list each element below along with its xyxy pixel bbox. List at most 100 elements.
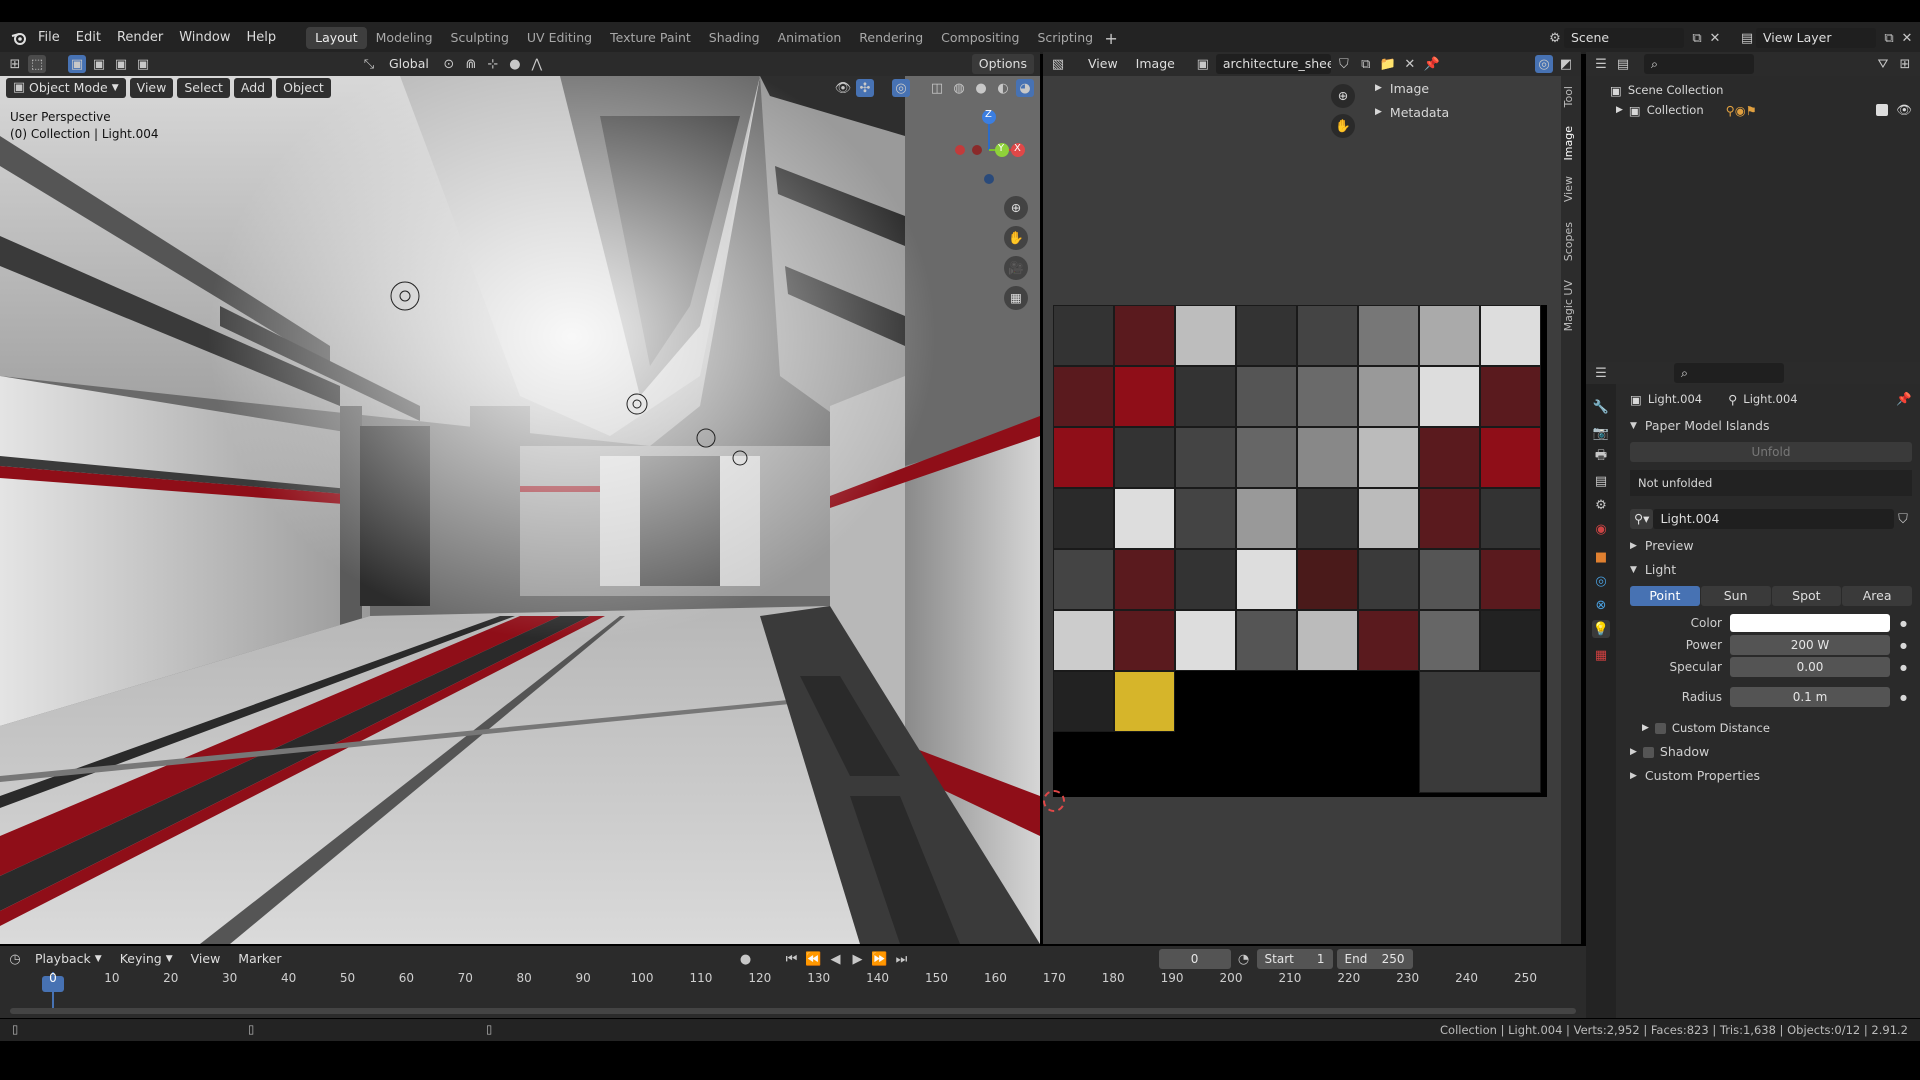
image-menu-image[interactable]: Image bbox=[1129, 54, 1182, 74]
snap-target-icon[interactable]: ⊹ bbox=[484, 55, 502, 73]
light-type-area[interactable]: Area bbox=[1842, 586, 1912, 606]
timeline-scrollbar[interactable] bbox=[10, 1008, 1576, 1014]
orientation-dropdown[interactable]: Global bbox=[382, 54, 436, 74]
jump-end-icon[interactable]: ⏭ bbox=[893, 950, 911, 968]
tab-layout[interactable]: Layout bbox=[306, 27, 367, 49]
unfold-button[interactable]: Unfold bbox=[1630, 442, 1912, 462]
current-frame-field[interactable]: 0 bbox=[1158, 949, 1231, 969]
open-folder-icon[interactable]: 📁 bbox=[1379, 55, 1397, 73]
panel-custom-properties[interactable]: ▶ Custom Properties bbox=[1620, 764, 1920, 788]
timeline-menu-marker[interactable]: Marker bbox=[231, 949, 288, 969]
render-tab-icon[interactable]: 📷 bbox=[1592, 424, 1610, 442]
editor-type-icon[interactable]: ⊞ bbox=[6, 55, 24, 73]
light-type-spot[interactable]: Spot bbox=[1771, 586, 1842, 606]
power-field[interactable]: 200 W bbox=[1730, 635, 1890, 655]
jump-start-icon[interactable]: ⏮ bbox=[783, 950, 801, 968]
constraints-tab-icon[interactable]: ⊗ bbox=[1592, 596, 1610, 614]
perspective-grid-icon[interactable]: ▦ bbox=[1004, 286, 1028, 310]
panel-preview[interactable]: ▶ Preview bbox=[1620, 534, 1920, 558]
add-workspace-icon[interactable]: + bbox=[1102, 29, 1120, 48]
timeline-menu-playback[interactable]: Playback ▼ bbox=[28, 949, 109, 969]
tool-tab-icon[interactable]: 🔧 bbox=[1592, 398, 1610, 416]
keyframe-dot-icon[interactable]: ● bbox=[1900, 663, 1907, 672]
outliner-scene-collection[interactable]: ▣ Scene Collection bbox=[1586, 80, 1920, 100]
view-layer-tab-icon[interactable]: ▤ bbox=[1592, 472, 1610, 490]
light-data-tab-icon[interactable]: 💡 bbox=[1592, 620, 1610, 638]
scene-icon[interactable]: ⚙ bbox=[1546, 29, 1564, 47]
side-tab-view[interactable]: View bbox=[1562, 176, 1575, 202]
play-icon[interactable]: ▶ bbox=[849, 950, 867, 968]
image-editor-area[interactable]: ⊕ ✋ ▶ Image ▶ Metadata Tool Image View Sco… bbox=[1043, 76, 1581, 944]
tab-uv-editing[interactable]: UV Editing bbox=[518, 27, 601, 49]
properties-search[interactable]: ⌕ bbox=[1674, 363, 1784, 383]
snap-icon[interactable]: ⋒ bbox=[462, 55, 480, 73]
viewport-menu-add[interactable]: Add bbox=[233, 78, 273, 98]
shading-rendered-icon[interactable]: ◕ bbox=[1016, 79, 1034, 97]
outliner-collection[interactable]: ▶ ▣ Collection ⚲◉⚑ 👁 bbox=[1586, 100, 1920, 120]
light-data-selector[interactable]: ⚲▾ Light.004 ⛉ bbox=[1630, 508, 1912, 530]
zoom-icon[interactable]: ⊕ bbox=[1004, 196, 1028, 220]
shading-material-icon[interactable]: ◐ bbox=[994, 79, 1012, 97]
scene-tab-icon[interactable]: ⚙ bbox=[1592, 496, 1610, 514]
timeline-ruler[interactable]: 0 10 20 30 40 50 60 70 80 90 100 110 120 130 140 150 160… bbox=[0, 971, 1586, 1018]
panel-shadow[interactable]: ▶ Shadow bbox=[1620, 740, 1920, 764]
exclude-checkbox[interactable] bbox=[1876, 104, 1889, 116]
scene-field[interactable]: Scene bbox=[1564, 28, 1684, 48]
image-zoom-icon[interactable]: ⊕ bbox=[1331, 84, 1355, 108]
play-reverse-icon[interactable]: ◀ bbox=[827, 950, 845, 968]
custom-distance-checkbox[interactable] bbox=[1654, 722, 1666, 734]
color-swatch[interactable] bbox=[1730, 614, 1890, 632]
start-frame-field[interactable]: Start 1 bbox=[1256, 949, 1333, 969]
end-frame-field[interactable]: End 250 bbox=[1336, 949, 1413, 969]
outliner-type-icon[interactable]: ☰ bbox=[1592, 55, 1610, 73]
image-browse-icon[interactable]: ▣ bbox=[1194, 55, 1212, 73]
tab-scripting[interactable]: Scripting bbox=[1029, 27, 1103, 49]
properties-type-icon[interactable]: ☰ bbox=[1592, 364, 1610, 382]
specular-field[interactable]: 0.00 bbox=[1730, 657, 1890, 677]
fake-user-icon[interactable]: ⛉ bbox=[1894, 510, 1912, 528]
select-mode-extend-icon[interactable]: ▣ bbox=[90, 55, 108, 73]
texture-tab-icon[interactable]: ▦ bbox=[1592, 646, 1610, 664]
overlays-icon[interactable]: ◎ bbox=[892, 79, 910, 97]
viewport-menu-select[interactable]: Select bbox=[177, 78, 230, 98]
keyframe-dot-icon[interactable]: ● bbox=[1900, 641, 1907, 650]
blender-logo-icon[interactable] bbox=[8, 29, 30, 47]
timeline-menu-view[interactable]: View bbox=[184, 949, 228, 969]
display-mode-icon[interactable]: ▤ bbox=[1614, 55, 1632, 73]
fake-user-shield-icon[interactable]: ⛉ bbox=[1335, 55, 1353, 73]
select-box-icon[interactable]: ⬚ bbox=[28, 55, 46, 73]
timeline-menu-keying[interactable]: Keying ▼ bbox=[113, 949, 180, 969]
shading-wireframe-icon[interactable]: ◍ bbox=[950, 79, 968, 97]
outliner-search[interactable]: ⌕ bbox=[1644, 54, 1754, 74]
select-mode-subtract-icon[interactable]: ▣ bbox=[112, 55, 130, 73]
panel-paper-model[interactable]: ▼ Paper Model Islands bbox=[1620, 414, 1920, 438]
pin-icon[interactable]: 📌 bbox=[1423, 55, 1441, 73]
image-pan-icon[interactable]: ✋ bbox=[1331, 114, 1355, 138]
image-name-field[interactable]: architecture_sheet1... bbox=[1215, 54, 1331, 74]
menu-help[interactable]: Help bbox=[239, 22, 285, 54]
next-keyframe-icon[interactable]: ⏩ bbox=[871, 950, 889, 968]
image-menu-view[interactable]: View bbox=[1081, 54, 1125, 74]
world-tab-icon[interactable]: ◉ bbox=[1592, 520, 1610, 538]
view-layer-field[interactable]: View Layer bbox=[1756, 28, 1876, 48]
side-tab-scopes[interactable]: Scopes bbox=[1562, 222, 1575, 261]
visibility-icon[interactable]: 👁 bbox=[834, 79, 852, 97]
pan-hand-icon[interactable]: ✋ bbox=[1004, 226, 1028, 250]
3d-viewport[interactable]: User Perspective (0) Collection | Light.… bbox=[0, 76, 1040, 944]
tab-rendering[interactable]: Rendering bbox=[850, 27, 932, 49]
select-mode-new-icon[interactable]: ▣ bbox=[68, 55, 86, 73]
new-collection-icon[interactable]: ⊞ bbox=[1896, 55, 1914, 73]
close-scene-icon[interactable]: ✕ bbox=[1706, 29, 1724, 47]
menu-file[interactable]: File bbox=[30, 22, 68, 54]
viewport-menu-object[interactable]: Object bbox=[276, 78, 331, 98]
panel-metadata[interactable]: ▶ Metadata bbox=[1365, 100, 1561, 124]
tab-animation[interactable]: Animation bbox=[769, 27, 851, 49]
new-view-layer-icon[interactable]: ⧉ bbox=[1880, 29, 1898, 47]
2d-cursor-icon[interactable] bbox=[1043, 790, 1065, 812]
light-browse-icon[interactable]: ⚲▾ bbox=[1630, 509, 1654, 529]
light-data-name-field[interactable]: Light.004 bbox=[1653, 509, 1894, 529]
tab-modeling[interactable]: Modeling bbox=[367, 27, 442, 49]
shading-solid-icon[interactable]: ● bbox=[972, 79, 990, 97]
proportional-icon[interactable]: ● bbox=[506, 55, 524, 73]
shadow-checkbox[interactable] bbox=[1642, 746, 1654, 758]
